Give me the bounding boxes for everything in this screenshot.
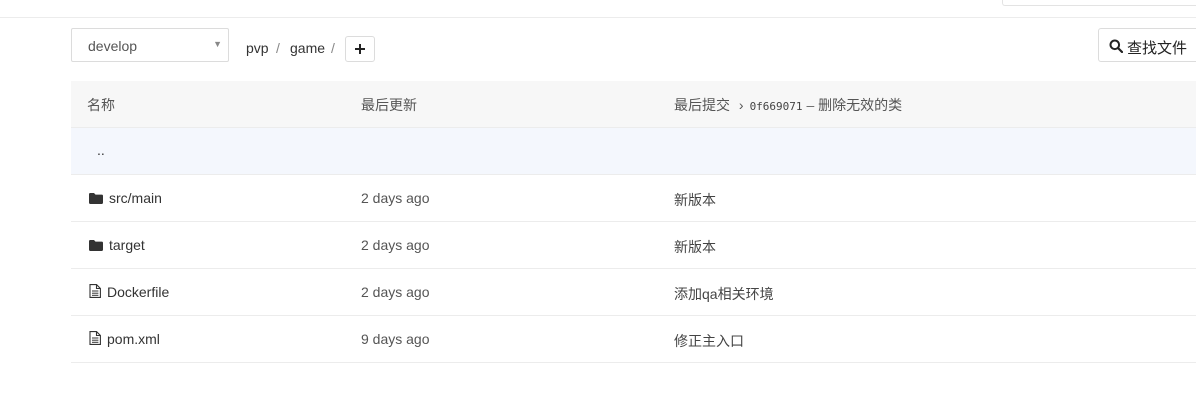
plus-icon: [355, 44, 365, 54]
branch-select[interactable]: develop ▼: [71, 28, 229, 62]
table-header: 名称 最后更新 最后提交 › 0f669071 – 删除无效的类: [71, 81, 1196, 128]
search-icon: [1109, 39, 1123, 53]
file-name-link[interactable]: Dockerfile: [89, 284, 169, 300]
table-row: target 2 days ago 新版本: [71, 222, 1196, 269]
breadcrumb-separator: /: [331, 40, 335, 56]
commit-message-link[interactable]: 新版本: [674, 237, 716, 257]
column-header-name: 名称: [87, 97, 115, 113]
last-update: 2 days ago: [361, 190, 430, 206]
file-name-link[interactable]: target: [89, 237, 145, 253]
find-file-label: 查找文件: [1127, 40, 1188, 57]
commit-message-link[interactable]: 添加qa相关环境: [674, 284, 774, 304]
parent-directory-link[interactable]: ..: [97, 142, 105, 158]
last-commit-label: 最后提交: [674, 97, 730, 113]
file-name-link[interactable]: pom.xml: [89, 331, 160, 347]
column-header-last-commit: 最后提交 › 0f669071 – 删除无效的类: [674, 95, 902, 115]
file-name-link[interactable]: src/main: [89, 190, 162, 206]
commit-message: 删除无效的类: [818, 97, 903, 113]
chevron-right-icon: ›: [738, 97, 744, 113]
file-name: pom.xml: [107, 331, 160, 347]
add-file-button[interactable]: [345, 36, 375, 62]
file-name: src/main: [109, 190, 162, 206]
folder-icon: [89, 240, 103, 251]
branch-select-value: develop: [88, 38, 138, 54]
file-icon: [89, 284, 101, 298]
commit-message-link[interactable]: 新版本: [674, 190, 716, 210]
file-name: Dockerfile: [107, 284, 170, 300]
file-name: target: [109, 237, 145, 253]
last-update: 9 days ago: [361, 331, 430, 347]
breadcrumb-separator: /: [276, 40, 280, 56]
breadcrumb-item-pvp[interactable]: pvp: [246, 40, 269, 56]
top-panel-edge: [1002, 0, 1196, 6]
parent-directory-row[interactable]: ..: [71, 128, 1196, 175]
table-row: pom.xml 9 days ago 修正主入口: [71, 316, 1196, 363]
commit-message-link[interactable]: 修正主入口: [674, 331, 744, 351]
table-row: src/main 2 days ago 新版本: [71, 175, 1196, 222]
caret-down-icon: ▼: [213, 39, 222, 49]
last-commit-link[interactable]: › 0f669071 – 删除无效的类: [734, 97, 902, 113]
table-row: Dockerfile 2 days ago 添加qa相关环境: [71, 269, 1196, 316]
folder-icon: [89, 193, 103, 204]
file-icon: [89, 331, 101, 345]
last-update: 2 days ago: [361, 237, 430, 253]
file-table: 名称 最后更新 最后提交 › 0f669071 – 删除无效的类 .. src/m…: [71, 81, 1196, 363]
find-file-button[interactable]: 查找文件: [1098, 28, 1196, 62]
top-divider: [0, 17, 1196, 18]
last-update: 2 days ago: [361, 284, 430, 300]
breadcrumb-item-game[interactable]: game: [290, 40, 325, 56]
column-header-last-update: 最后更新: [361, 97, 417, 113]
commit-sha: 0f669071: [749, 100, 803, 113]
commit-separator: –: [806, 97, 815, 113]
